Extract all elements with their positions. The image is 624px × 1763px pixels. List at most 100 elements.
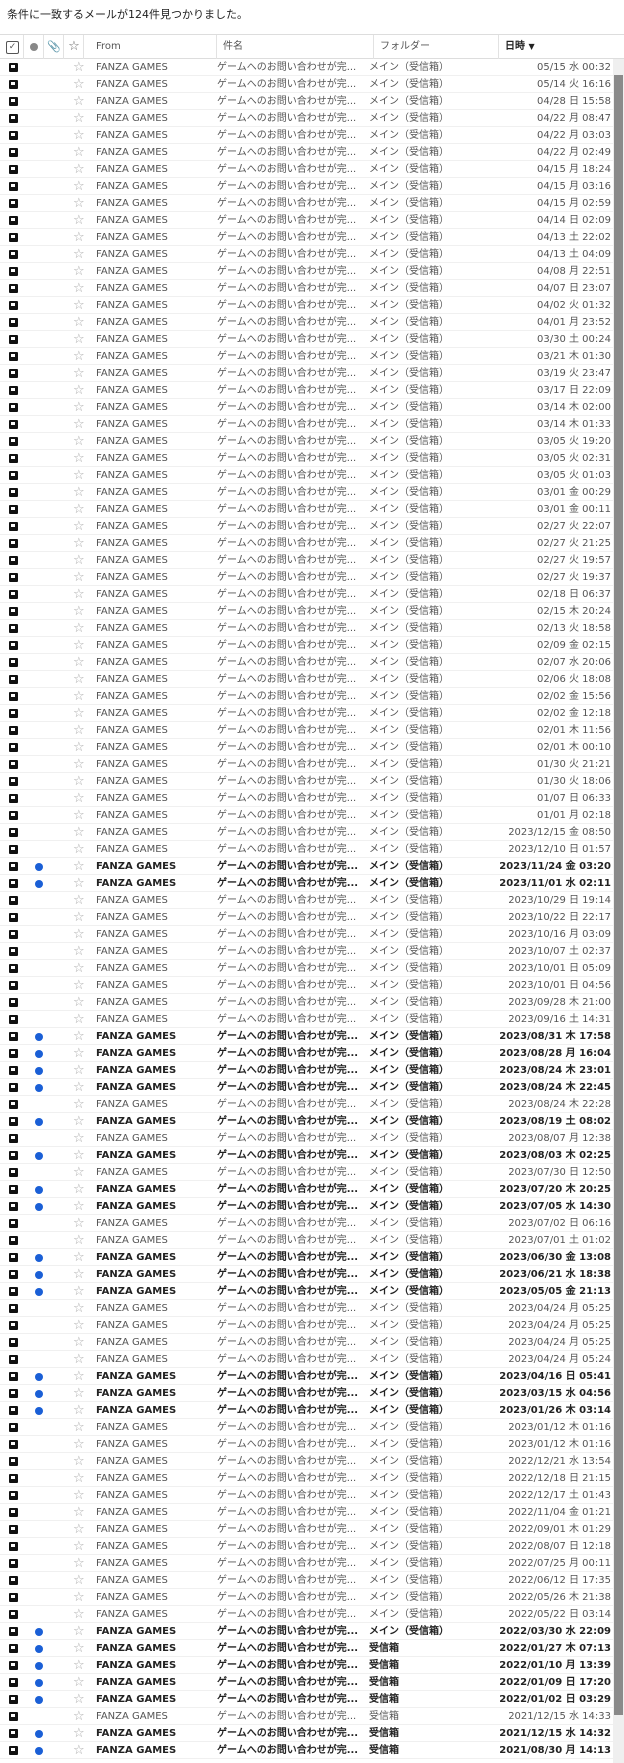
flag-icon[interactable] — [9, 335, 18, 344]
mail-row[interactable]: ☆ FANZA GAMES ゲームへのお問い合わせが完... メイン（受信箱） 01/0… — [0, 807, 613, 824]
flag-icon[interactable] — [9, 522, 18, 531]
mail-row[interactable]: ☆ FANZA GAMES ゲームへのお問い合わせが完... メイン（受信箱） 01/3… — [0, 756, 613, 773]
star-icon[interactable]: ☆ — [73, 1096, 85, 1113]
star-icon[interactable]: ☆ — [73, 1181, 85, 1198]
flag-icon[interactable] — [9, 743, 18, 752]
star-icon[interactable]: ☆ — [73, 246, 85, 263]
mail-row[interactable]: ☆ FANZA GAMES ゲームへのお問い合わせが完... メイン（受信箱） 2023… — [0, 858, 613, 875]
subject-column-header[interactable]: 件名 — [217, 35, 374, 59]
star-icon[interactable]: ☆ — [73, 1232, 85, 1249]
flag-icon[interactable] — [9, 896, 18, 905]
mail-row[interactable]: ☆ FANZA GAMES ゲームへのお問い合わせが完... メイン（受信箱） 02/0… — [0, 722, 613, 739]
unread-dot-icon[interactable] — [35, 1390, 43, 1398]
star-icon[interactable]: ☆ — [73, 841, 85, 858]
star-icon[interactable]: ☆ — [73, 59, 85, 76]
star-icon[interactable]: ☆ — [73, 1249, 85, 1266]
flag-icon[interactable] — [9, 1304, 18, 1313]
mail-row[interactable]: ☆ FANZA GAMES ゲームへのお問い合わせが完... メイン（受信箱） 2023… — [0, 1249, 613, 1266]
flag-icon[interactable] — [9, 1712, 18, 1721]
flag-icon[interactable] — [9, 658, 18, 667]
flag-icon[interactable] — [9, 1032, 18, 1041]
flag-icon[interactable] — [9, 1372, 18, 1381]
star-icon[interactable]: ☆ — [73, 382, 85, 399]
star-icon[interactable]: ☆ — [73, 1300, 85, 1317]
mail-row[interactable]: ☆ FANZA GAMES ゲームへのお問い合わせが完... 受信箱 2021/12/1… — [0, 1725, 613, 1742]
flag-icon[interactable] — [9, 573, 18, 582]
star-icon[interactable]: ☆ — [73, 1521, 85, 1538]
star-icon[interactable]: ☆ — [73, 637, 85, 654]
star-icon[interactable]: ☆ — [73, 1691, 85, 1708]
mail-row[interactable]: ☆ FANZA GAMES ゲームへのお問い合わせが完... メイン（受信箱） 02/0… — [0, 739, 613, 756]
star-icon[interactable]: ☆ — [73, 1419, 85, 1436]
mail-row[interactable]: ☆ FANZA GAMES ゲームへのお問い合わせが完... メイン（受信箱） 02/0… — [0, 688, 613, 705]
mail-row[interactable]: ☆ FANZA GAMES ゲームへのお問い合わせが完... メイン（受信箱） 01/3… — [0, 773, 613, 790]
flag-icon[interactable] — [9, 488, 18, 497]
attachment-column[interactable]: 📎 — [44, 35, 64, 59]
star-icon[interactable]: ☆ — [73, 654, 85, 671]
mail-row[interactable]: ☆ FANZA GAMES ゲームへのお問い合わせが完... メイン（受信箱） 04/1… — [0, 229, 613, 246]
flag-icon[interactable] — [9, 1236, 18, 1245]
star-icon[interactable]: ☆ — [73, 1487, 85, 1504]
unread-dot-icon[interactable] — [35, 1662, 43, 1670]
mail-row[interactable]: ☆ FANZA GAMES ゲームへのお問い合わせが完... メイン（受信箱） 2023… — [0, 926, 613, 943]
mail-row[interactable]: ☆ FANZA GAMES ゲームへのお問い合わせが完... メイン（受信箱） 03/0… — [0, 450, 613, 467]
mail-row[interactable]: ☆ FANZA GAMES ゲームへのお問い合わせが完... メイン（受信箱） 2023… — [0, 1317, 613, 1334]
unread-dot-icon[interactable] — [35, 1186, 43, 1194]
flag-icon[interactable] — [9, 1338, 18, 1347]
star-icon[interactable]: ☆ — [73, 331, 85, 348]
star-icon[interactable]: ☆ — [73, 586, 85, 603]
flag-icon[interactable] — [9, 1576, 18, 1585]
flag-icon[interactable] — [9, 1661, 18, 1670]
star-icon[interactable]: ☆ — [73, 467, 85, 484]
star-icon[interactable]: ☆ — [73, 1708, 85, 1725]
star-icon[interactable]: ☆ — [73, 960, 85, 977]
unread-dot-icon[interactable] — [35, 1152, 43, 1160]
flag-icon[interactable] — [9, 114, 18, 123]
unread-dot-icon[interactable] — [35, 1373, 43, 1381]
mail-row[interactable]: ☆ FANZA GAMES ゲームへのお問い合わせが完... 受信箱 2022/01/0… — [0, 1674, 613, 1691]
mail-row[interactable]: ☆ FANZA GAMES ゲームへのお問い合わせが完... メイン（受信箱） 04/1… — [0, 195, 613, 212]
flag-icon[interactable] — [9, 1627, 18, 1636]
flag-icon[interactable] — [9, 862, 18, 871]
from-column-header[interactable]: From — [84, 35, 217, 59]
star-icon[interactable]: ☆ — [73, 195, 85, 212]
flag-icon[interactable] — [9, 930, 18, 939]
mail-row[interactable]: ☆ FANZA GAMES ゲームへのお問い合わせが完... メイン（受信箱） 04/2… — [0, 110, 613, 127]
mail-row[interactable]: ☆ FANZA GAMES ゲームへのお問い合わせが完... メイン（受信箱） 02/2… — [0, 535, 613, 552]
mail-row[interactable]: ☆ FANZA GAMES ゲームへのお問い合わせが完... メイン（受信箱） 2023… — [0, 1368, 613, 1385]
folder-column-header[interactable]: フォルダー — [374, 35, 499, 59]
mail-row[interactable]: ☆ FANZA GAMES ゲームへのお問い合わせが完... メイン（受信箱） 03/1… — [0, 416, 613, 433]
flag-icon[interactable] — [9, 352, 18, 361]
star-icon[interactable]: ☆ — [73, 365, 85, 382]
mail-row[interactable]: ☆ FANZA GAMES ゲームへのお問い合わせが完... メイン（受信箱） 02/0… — [0, 671, 613, 688]
star-icon[interactable]: ☆ — [73, 1164, 85, 1181]
mail-row[interactable]: ☆ FANZA GAMES ゲームへのお問い合わせが完... 受信箱 2022/01/0… — [0, 1691, 613, 1708]
mail-row[interactable]: ☆ FANZA GAMES ゲームへのお問い合わせが完... メイン（受信箱） 02/2… — [0, 552, 613, 569]
flag-icon[interactable] — [9, 1423, 18, 1432]
star-icon[interactable]: ☆ — [73, 892, 85, 909]
unread-dot-icon[interactable] — [35, 1645, 43, 1653]
mail-row[interactable]: ☆ FANZA GAMES ゲームへのお問い合わせが完... メイン（受信箱） 05/1… — [0, 76, 613, 93]
flag-icon[interactable] — [9, 505, 18, 514]
star-icon[interactable]: ☆ — [73, 1589, 85, 1606]
flag-icon[interactable] — [9, 692, 18, 701]
star-icon[interactable]: ☆ — [73, 1198, 85, 1215]
unread-dot-icon[interactable] — [35, 1254, 43, 1262]
mail-row[interactable]: ☆ FANZA GAMES ゲームへのお問い合わせが完... 受信箱 2021/12/1… — [0, 1708, 613, 1725]
mail-row[interactable]: ☆ FANZA GAMES ゲームへのお問い合わせが完... メイン（受信箱） 2022… — [0, 1538, 613, 1555]
flag-icon[interactable] — [9, 964, 18, 973]
star-icon[interactable]: ☆ — [73, 1266, 85, 1283]
star-icon[interactable]: ☆ — [73, 1351, 85, 1368]
unread-dot-icon[interactable] — [35, 880, 43, 888]
flag-icon[interactable] — [9, 998, 18, 1007]
flag-icon[interactable] — [9, 216, 18, 225]
mail-row[interactable]: ☆ FANZA GAMES ゲームへのお問い合わせが完... メイン（受信箱） 2023… — [0, 1351, 613, 1368]
star-icon[interactable]: ☆ — [73, 603, 85, 620]
flag-icon[interactable] — [9, 1270, 18, 1279]
star-icon[interactable]: ☆ — [73, 1283, 85, 1300]
mail-row[interactable]: ☆ FANZA GAMES ゲームへのお問い合わせが完... メイン（受信箱） 2023… — [0, 1215, 613, 1232]
flag-icon[interactable] — [9, 1355, 18, 1364]
flag-icon[interactable] — [9, 1644, 18, 1653]
mail-row[interactable]: ☆ FANZA GAMES ゲームへのお問い合わせが完... メイン（受信箱） 2023… — [0, 1334, 613, 1351]
star-icon[interactable]: ☆ — [73, 518, 85, 535]
